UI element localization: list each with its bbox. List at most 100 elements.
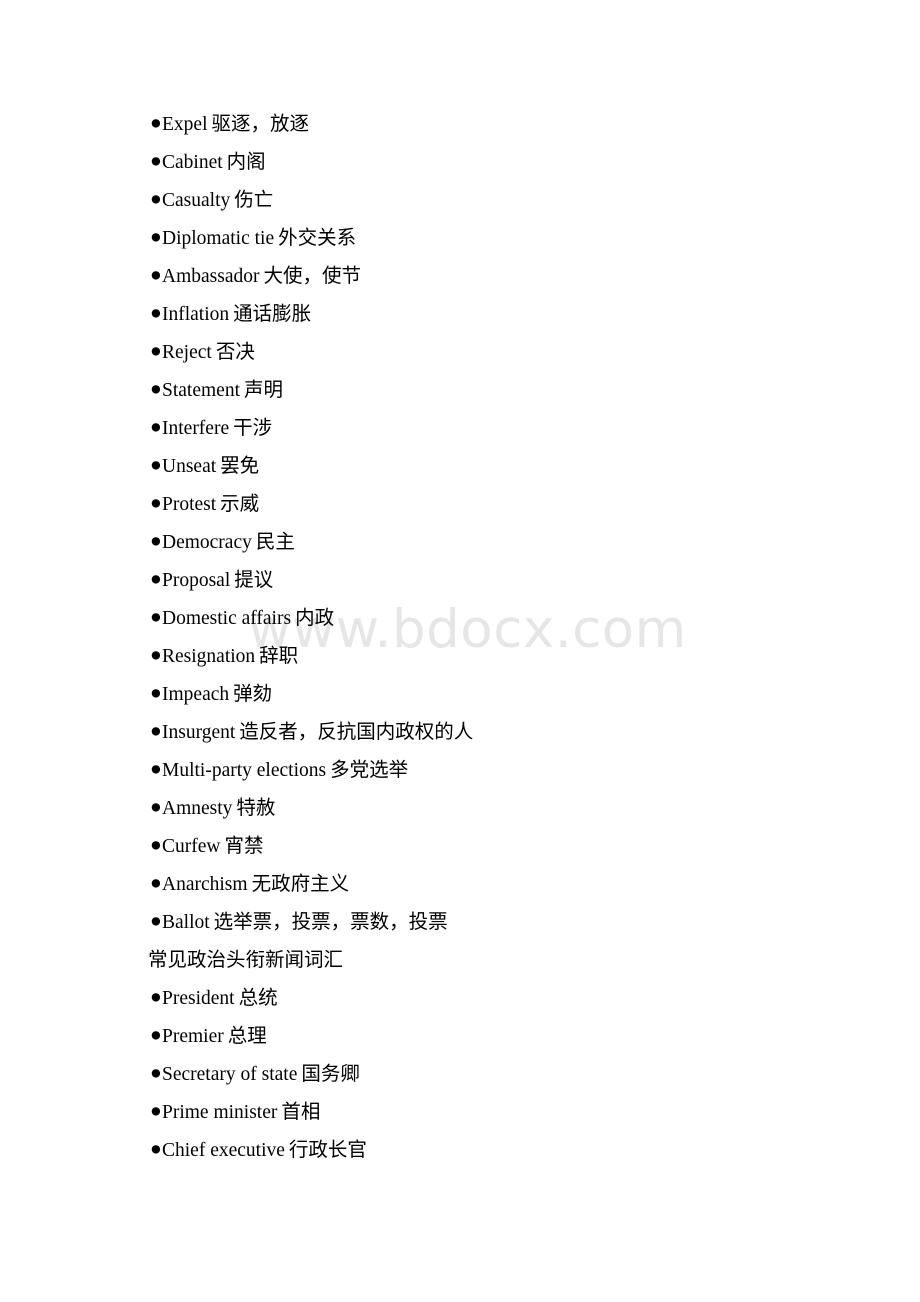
- english-term: Resignation: [162, 646, 256, 667]
- vocabulary-item: ● Prime minister 首相: [0, 1093, 920, 1131]
- english-term: Inflation: [162, 304, 230, 325]
- english-term: President: [162, 988, 235, 1009]
- chinese-translation: 多党选举: [330, 758, 409, 781]
- english-term: Ballot: [162, 912, 210, 933]
- vocabulary-item: ● Multi-party elections 多党选举: [0, 751, 920, 789]
- english-term: Secretary of state: [162, 1064, 298, 1085]
- bullet-icon: ●: [150, 531, 162, 552]
- english-term: Reject: [162, 342, 212, 363]
- vocabulary-list: ● Expel 驱逐，放逐 ● Cabinet 内阁 ● Casualty 伤亡 ● Diploma…: [0, 105, 920, 1169]
- english-term: Protest: [162, 494, 217, 515]
- chinese-translation: 无政府主义: [251, 872, 350, 895]
- vocabulary-item: ● President 总统: [0, 979, 920, 1017]
- bullet-icon: ●: [150, 569, 162, 590]
- english-term: Unseat: [162, 456, 217, 477]
- english-term: Chief executive: [162, 1140, 285, 1161]
- chinese-translation: 声明: [243, 378, 283, 401]
- bullet-icon: ●: [150, 911, 162, 932]
- bullet-icon: ●: [150, 493, 162, 514]
- vocabulary-item: ● Inflation 通话膨胀: [0, 295, 920, 333]
- english-term: Premier: [162, 1026, 224, 1047]
- bullet-icon: ●: [150, 417, 162, 438]
- chinese-translation: 示威: [220, 492, 260, 515]
- bullet-icon: ●: [150, 1101, 162, 1122]
- vocabulary-item: ● Casualty 伤亡: [0, 181, 920, 219]
- bullet-icon: ●: [150, 1063, 162, 1084]
- chinese-translation: 弹劾: [233, 682, 273, 705]
- english-term: Impeach: [162, 684, 230, 705]
- chinese-translation: 选举票，投票，票数，投票: [213, 910, 448, 933]
- chinese-translation: 干涉: [233, 416, 273, 439]
- chinese-translation: 总统: [238, 986, 278, 1009]
- bullet-icon: ●: [150, 721, 162, 742]
- vocabulary-item: ● Democracy 民主: [0, 523, 920, 561]
- vocabulary-item: ● Insurgent 造反者，反抗国内政权的人: [0, 713, 920, 751]
- bullet-icon: ●: [150, 873, 162, 894]
- vocabulary-item: ● Premier 总理: [0, 1017, 920, 1055]
- chinese-translation: 首相: [281, 1100, 321, 1123]
- english-term: Insurgent: [162, 722, 236, 743]
- bullet-icon: ●: [150, 151, 162, 172]
- english-term: Casualty: [162, 190, 231, 211]
- vocabulary-item: ● Ballot 选举票，投票，票数，投票: [0, 903, 920, 941]
- bullet-icon: ●: [150, 303, 162, 324]
- vocabulary-item: ● Anarchism 无政府主义: [0, 865, 920, 903]
- vocabulary-item: ● Proposal 提议: [0, 561, 920, 599]
- chinese-translation: 提议: [234, 568, 274, 591]
- bullet-icon: ●: [150, 683, 162, 704]
- english-term: Interfere: [162, 418, 230, 439]
- vocabulary-item: ● Domestic affairs 内政: [0, 599, 920, 637]
- chinese-translation: 外交关系: [278, 226, 357, 249]
- document-page: www.bdocx.com ● Expel 驱逐，放逐 ● Cabinet 内阁 ● Casu…: [0, 0, 920, 1302]
- vocabulary-item: ● Resignation 辞职: [0, 637, 920, 675]
- chinese-translation: 辞职: [259, 644, 299, 667]
- chinese-translation: 造反者，反抗国内政权的人: [239, 720, 474, 743]
- bullet-icon: ●: [150, 797, 162, 818]
- vocabulary-item: ● Interfere 干涉: [0, 409, 920, 447]
- chinese-translation: 内阁: [226, 150, 266, 173]
- vocabulary-item: ● Impeach 弹劾: [0, 675, 920, 713]
- english-term: Curfew: [162, 836, 221, 857]
- vocabulary-item: ● Protest 示威: [0, 485, 920, 523]
- bullet-icon: ●: [150, 645, 162, 666]
- chinese-translation: 伤亡: [234, 188, 274, 211]
- english-term: Statement: [162, 380, 240, 401]
- vocabulary-item: ● Unseat 罢免: [0, 447, 920, 485]
- english-term: Diplomatic tie: [162, 228, 275, 249]
- chinese-translation: 罢免: [220, 454, 260, 477]
- vocabulary-item: ● Statement 声明: [0, 371, 920, 409]
- english-term: Democracy: [162, 532, 252, 553]
- english-term: Ambassador: [162, 266, 260, 287]
- bullet-icon: ●: [150, 341, 162, 362]
- bullet-icon: ●: [150, 835, 162, 856]
- vocabulary-item: ● Reject 否决: [0, 333, 920, 371]
- vocabulary-item: ● Amnesty 特赦: [0, 789, 920, 827]
- chinese-translation: 总理: [227, 1024, 267, 1047]
- vocabulary-item: ● Chief executive 行政长官: [0, 1131, 920, 1169]
- chinese-translation: 民主: [255, 530, 295, 553]
- section-heading: 常见政治头衔新闻词汇: [0, 941, 920, 979]
- bullet-icon: ●: [150, 1139, 162, 1160]
- bullet-icon: ●: [150, 189, 162, 210]
- chinese-translation: 否决: [215, 340, 255, 363]
- english-term: Cabinet: [162, 152, 223, 173]
- bullet-icon: ●: [150, 227, 162, 248]
- bullet-icon: ●: [150, 759, 162, 780]
- vocabulary-item: ● Expel 驱逐，放逐: [0, 105, 920, 143]
- bullet-icon: ●: [150, 987, 162, 1008]
- english-term: Prime minister: [162, 1102, 278, 1123]
- chinese-translation: 驱逐，放逐: [211, 112, 309, 135]
- chinese-translation: 特赦: [236, 796, 276, 819]
- bullet-icon: ●: [150, 455, 162, 476]
- vocabulary-item: ● Cabinet 内阁: [0, 143, 920, 181]
- english-term: Expel: [162, 114, 208, 135]
- bullet-icon: ●: [150, 607, 162, 628]
- english-term: Proposal: [162, 570, 231, 591]
- bullet-icon: ●: [150, 379, 162, 400]
- vocabulary-item: ● Curfew 宵禁: [0, 827, 920, 865]
- bullet-icon: ●: [150, 1025, 162, 1046]
- chinese-translation: 行政长官: [288, 1138, 367, 1161]
- english-term: Multi-party elections: [162, 760, 327, 781]
- vocabulary-item: ● Ambassador 大使，使节: [0, 257, 920, 295]
- vocabulary-item: ● Diplomatic tie 外交关系: [0, 219, 920, 257]
